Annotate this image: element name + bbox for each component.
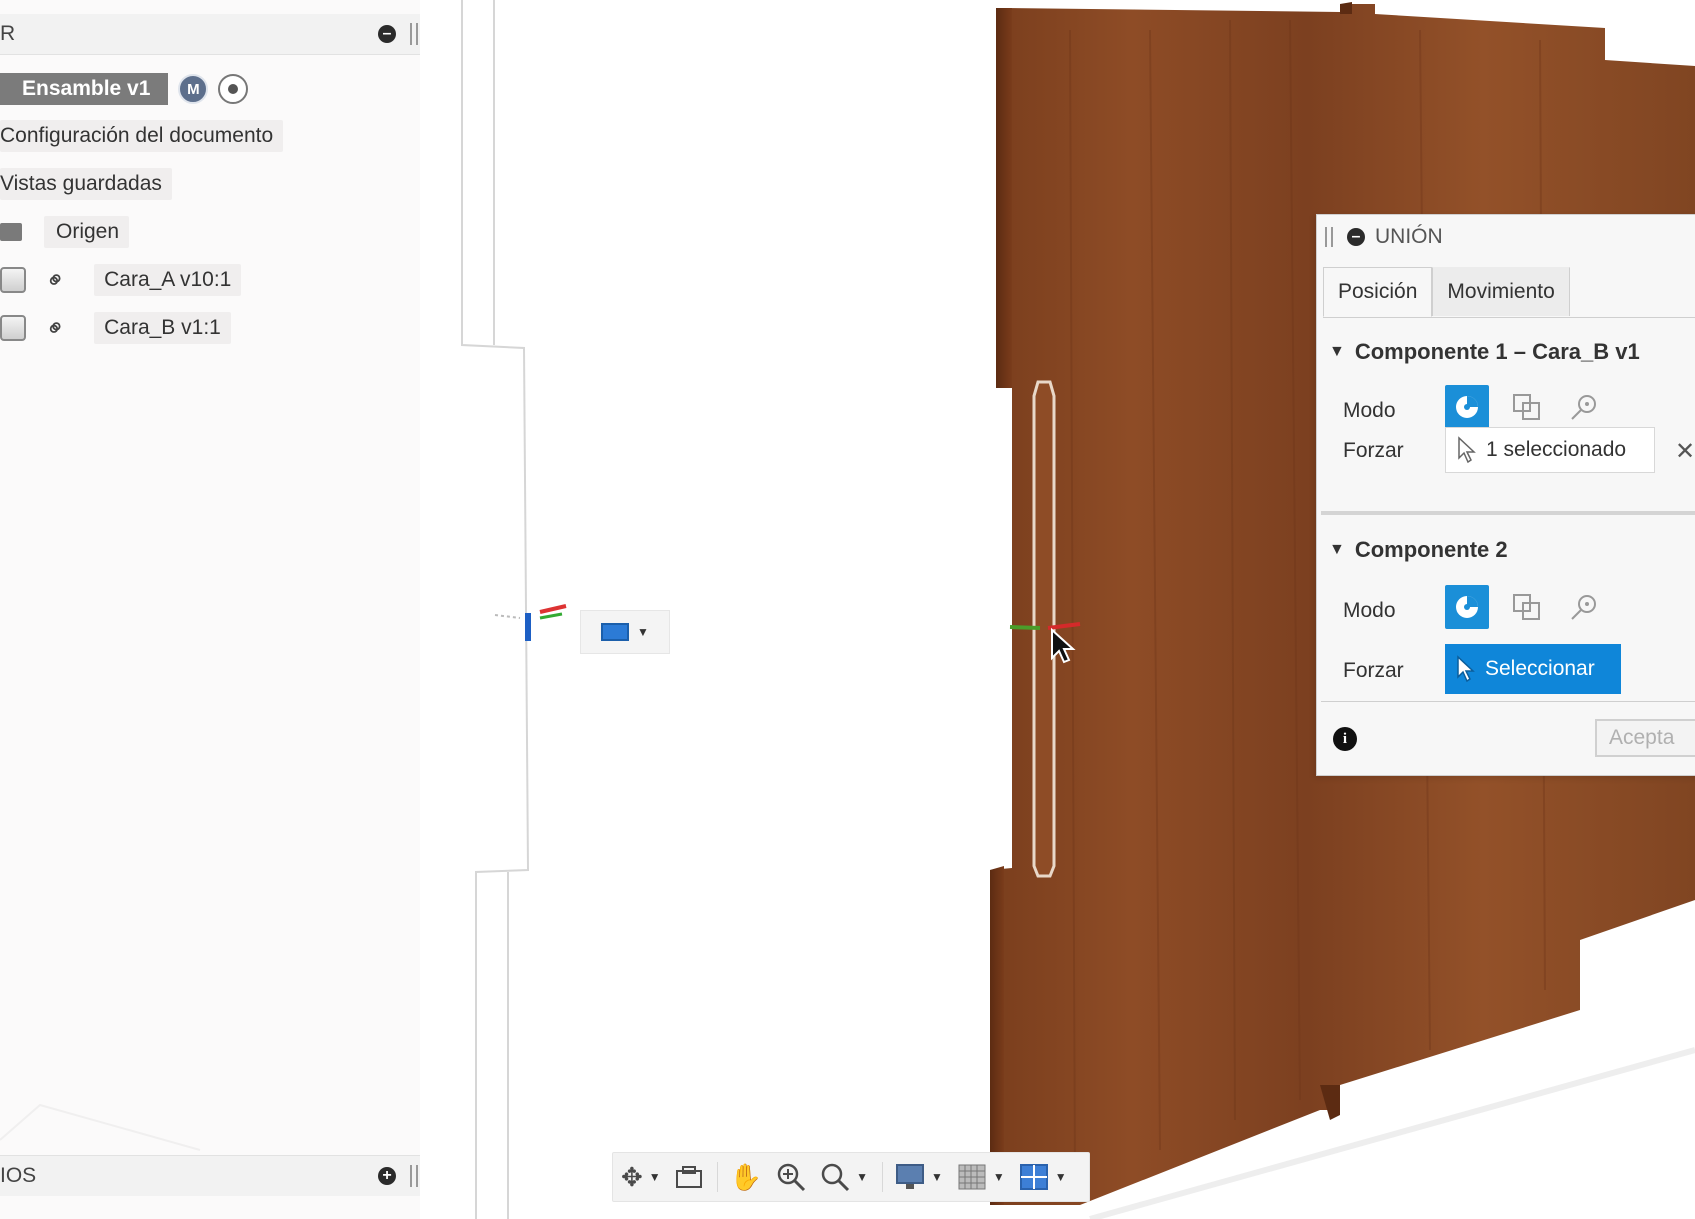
tab-motion[interactable]: Movimiento (1432, 267, 1570, 316)
chevron-down-icon[interactable]: ▼ (637, 625, 649, 639)
chevron-down-icon[interactable]: ▼ (856, 1170, 868, 1184)
clear-selection-icon[interactable]: ✕ (1675, 437, 1695, 466)
snap-mode-center-icon[interactable] (1563, 385, 1607, 429)
component1-selection-value: 1 seleccionado (1486, 438, 1627, 461)
chevron-down-icon[interactable]: ▼ (993, 1170, 1005, 1184)
cursor-arrow-icon (1457, 655, 1475, 683)
tree-item-cara-b[interactable]: ⚭ Cara_B v1:1 (0, 309, 231, 347)
component-box-icon (0, 267, 26, 293)
snap-mode-simple-icon[interactable] (1445, 585, 1489, 629)
activate-radio-icon[interactable] (218, 74, 249, 104)
link-icon: ⚭ (39, 311, 73, 345)
component-box-icon (0, 315, 26, 341)
zoom-icon[interactable] (776, 1162, 806, 1192)
grip-handle-icon[interactable] (410, 23, 418, 45)
tree-item-label: Vistas guardadas (0, 168, 172, 200)
navigation-toolbar: ✥ ▼ ✋ ▼ ▼ ▼ ▼ (612, 1152, 1090, 1202)
comments-panel-header: IOS + (0, 1155, 420, 1196)
cursor-arrow-icon (1458, 436, 1476, 464)
component1-heading: Componente 1 – Cara_B v1 (1354, 339, 1640, 364)
dialog-title-bar[interactable]: – UNIÓN (1317, 215, 1695, 259)
snap-mode-center-icon[interactable] (1563, 585, 1607, 629)
tree-item-document-settings[interactable]: Configuración del documento (0, 117, 284, 155)
expand-plus-icon[interactable]: + (378, 1167, 396, 1185)
pan-icon[interactable]: ✋ (730, 1162, 762, 1193)
active-component-icon: M (178, 74, 209, 104)
group-divider (1321, 511, 1695, 515)
component2-select-button[interactable]: Seleccionar (1445, 644, 1621, 694)
tab-position[interactable]: Posición (1323, 267, 1433, 317)
joint-origin-glyph-ghost (494, 604, 567, 641)
component2-group-header[interactable]: ▼ Componente 2 (1329, 537, 1508, 563)
comments-title: IOS (0, 1164, 37, 1187)
snap-mode-between-icon[interactable] (1505, 385, 1549, 429)
chevron-down-icon[interactable]: ▼ (931, 1170, 943, 1184)
component1-selection-field[interactable]: 1 seleccionado (1445, 427, 1655, 473)
footer-divider (1321, 701, 1695, 702)
folder-icon (0, 223, 22, 241)
display-settings-icon[interactable]: ▼ (895, 1163, 943, 1191)
tree-item-saved-views[interactable]: Vistas guardadas (0, 165, 172, 203)
collapse-icon[interactable]: – (1347, 228, 1365, 246)
browser-header: R – (0, 14, 420, 55)
collapse-triangle-icon[interactable]: ▼ (1329, 343, 1345, 361)
look-at-icon[interactable] (675, 1165, 703, 1189)
link-icon: ⚭ (39, 263, 73, 297)
tree-item-root[interactable]: Ensamble v1 M (0, 70, 249, 108)
tree-item-label: Cara_A v10:1 (94, 264, 242, 296)
dialog-tabs: Posición Movimiento (1323, 267, 1695, 318)
grip-handle-icon[interactable] (1325, 227, 1333, 247)
joint-display-toolbar[interactable]: ▼ (580, 610, 670, 654)
toolbar-separator (716, 1162, 718, 1192)
tree-item-label: Cara_B v1:1 (94, 312, 231, 344)
chevron-down-icon[interactable]: ▼ (1055, 1170, 1067, 1184)
snap-mode-between-icon[interactable] (1505, 585, 1549, 629)
browser-panel: R – Ensamble v1 M Configuración del docu… (0, 0, 420, 1219)
fit-icon[interactable]: ▼ (820, 1162, 868, 1192)
viewports-icon[interactable]: ▼ (1019, 1163, 1067, 1191)
dialog-title: UNIÓN (1375, 225, 1443, 248)
tree-item-label: Configuración del documento (0, 120, 284, 152)
mode-label: Modo (1343, 599, 1396, 622)
collapse-icon[interactable]: – (378, 25, 396, 43)
force-label: Forzar (1343, 659, 1404, 682)
orbit-icon[interactable]: ✥ ▼ (621, 1162, 661, 1193)
grid-icon[interactable]: ▼ (957, 1163, 1005, 1191)
component1-group-header[interactable]: ▼ Componente 1 – Cara_B v1 (1329, 339, 1640, 365)
browser-title: R (0, 22, 16, 45)
info-icon[interactable]: i (1333, 727, 1357, 751)
accept-button[interactable]: Acepta (1595, 719, 1695, 757)
root-component-label[interactable]: Ensamble v1 (0, 73, 169, 105)
mode-label: Modo (1343, 399, 1396, 422)
toolbar-separator (881, 1162, 883, 1192)
snap-mode-simple-icon[interactable] (1445, 385, 1489, 429)
tree-item-origin[interactable]: Origen (0, 213, 130, 251)
component2-heading: Componente 2 (1354, 537, 1508, 562)
chevron-down-icon[interactable]: ▼ (649, 1170, 661, 1184)
force-label: Forzar (1343, 439, 1404, 462)
join-dialog: – UNIÓN Posición Movimiento ▼ Componente… (1316, 214, 1695, 776)
collapse-triangle-icon[interactable]: ▼ (1329, 541, 1345, 559)
select-button-label: Seleccionar (1485, 657, 1595, 680)
tree-item-cara-a[interactable]: ⚭ Cara_A v10:1 (0, 261, 242, 299)
tree-item-label: Origen (44, 216, 130, 248)
joint-display-icon[interactable] (601, 623, 630, 641)
grip-handle-icon[interactable] (410, 1165, 418, 1187)
